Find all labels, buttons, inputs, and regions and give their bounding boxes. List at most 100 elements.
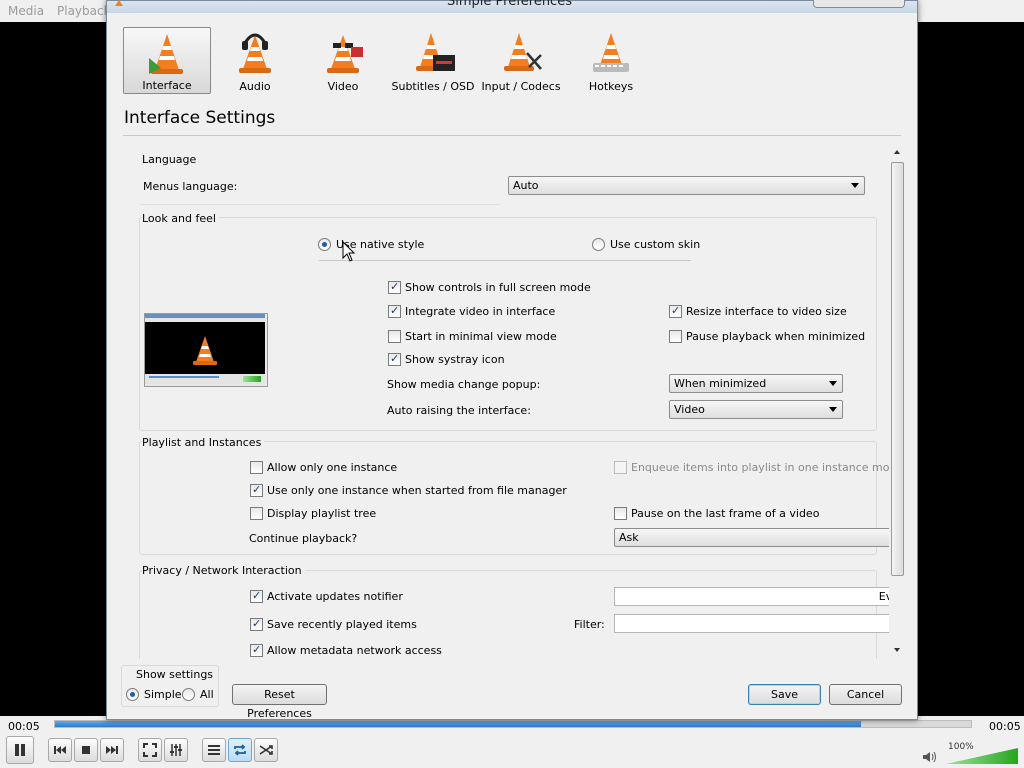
seek-progress-fill xyxy=(55,721,862,727)
one-instance-fm-label[interactable]: Use only one instance when started from … xyxy=(267,484,567,497)
updates-notifier-checkbox[interactable] xyxy=(250,589,263,603)
previous-icon xyxy=(54,746,66,754)
scroll-up-icon[interactable] xyxy=(894,150,900,154)
hotkeys-cone-icon xyxy=(593,33,629,72)
loop-icon xyxy=(234,744,246,756)
style-divider xyxy=(319,260,691,261)
recent-items-checkbox[interactable] xyxy=(250,617,263,631)
category-subtitles-osd[interactable]: Subtitles / OSD xyxy=(387,27,479,94)
menus-language-combo[interactable]: Auto xyxy=(508,176,865,195)
group-title-look: Look and feel xyxy=(142,212,219,225)
dialog-titlebar[interactable]: Simple Preferences xyxy=(107,0,917,13)
updates-notifier-label[interactable]: Activate updates notifier xyxy=(267,590,403,603)
save-button[interactable]: Save xyxy=(748,684,821,705)
playlist-tree-label[interactable]: Display playlist tree xyxy=(267,507,376,520)
systray-checkbox[interactable] xyxy=(388,352,401,366)
window-buttons[interactable] xyxy=(813,0,905,8)
all-radio[interactable] xyxy=(182,688,195,701)
group-title-playlist: Playlist and Instances xyxy=(142,436,265,449)
playlist-button[interactable] xyxy=(202,738,226,762)
subtitles-cone-icon xyxy=(416,33,455,71)
preview-video-area xyxy=(145,322,265,374)
native-style-radio[interactable] xyxy=(318,238,331,251)
enqueue-checkbox[interactable] xyxy=(614,461,627,474)
minimal-view-checkbox[interactable] xyxy=(388,330,401,343)
recent-items-label[interactable]: Save recently played items xyxy=(267,618,417,631)
continue-playback-combo[interactable]: Ask xyxy=(614,528,899,547)
pause-minimized-checkbox[interactable] xyxy=(669,330,682,343)
pause-minimized-label[interactable]: Pause playback when minimized xyxy=(686,330,865,343)
auto-raise-label: Auto raising the interface: xyxy=(387,404,531,417)
menu-playback[interactable]: Playback xyxy=(57,4,111,18)
pause-button[interactable] xyxy=(6,736,34,764)
filter-input[interactable] xyxy=(614,614,899,633)
page-title: Interface Settings xyxy=(124,108,276,128)
stop-button[interactable] xyxy=(74,738,98,762)
one-instance-checkbox[interactable] xyxy=(250,461,263,474)
all-label[interactable]: All xyxy=(200,688,214,701)
category-input-codecs[interactable]: Input / Codecs xyxy=(479,27,563,94)
pause-last-frame-label[interactable]: Pause on the last frame of a video xyxy=(631,507,819,520)
show-controls-fs-label[interactable]: Show controls in full screen mode xyxy=(405,281,591,294)
custom-skin-label[interactable]: Use custom skin xyxy=(610,238,700,251)
integrate-video-label[interactable]: Integrate video in interface xyxy=(405,305,555,318)
volume-slider[interactable] xyxy=(946,748,1018,764)
settings-scrollbar[interactable] xyxy=(889,146,906,658)
minimal-view-label[interactable]: Start in minimal view mode xyxy=(405,330,557,343)
chevron-down-icon xyxy=(829,381,837,386)
custom-skin-radio[interactable] xyxy=(592,238,605,251)
fullscreen-button[interactable] xyxy=(138,738,162,762)
audio-cone-icon xyxy=(239,33,271,73)
language-divider xyxy=(140,204,500,205)
pause-icon xyxy=(15,744,25,756)
category-interface[interactable]: Interface xyxy=(123,27,211,94)
dialog-title: Simple Preferences xyxy=(447,0,572,9)
update-interval-spinbox[interactable]: Every 3 days ▲▼ xyxy=(614,587,899,606)
menus-language-label: Menus language: xyxy=(143,180,238,193)
systray-label[interactable]: Show systray icon xyxy=(405,353,505,366)
show-controls-fs-checkbox[interactable] xyxy=(388,280,401,294)
extended-settings-button[interactable] xyxy=(164,738,188,762)
one-instance-fm-checkbox[interactable] xyxy=(250,483,263,497)
seek-slider[interactable] xyxy=(54,720,972,728)
category-label: Interface xyxy=(142,79,192,92)
simple-label[interactable]: Simple xyxy=(144,688,182,701)
loop-button[interactable] xyxy=(228,738,252,762)
pause-last-frame-checkbox[interactable] xyxy=(614,507,627,520)
video-cone-icon xyxy=(327,35,363,73)
auto-raise-combo[interactable]: Video xyxy=(669,400,843,419)
cancel-button[interactable]: Cancel xyxy=(829,684,902,705)
reset-preferences-button[interactable]: Reset Preferences xyxy=(232,684,327,720)
group-title-language: Language xyxy=(142,153,197,166)
shuffle-icon xyxy=(259,745,273,755)
previous-button[interactable] xyxy=(48,738,72,762)
filter-label: Filter: xyxy=(574,618,605,631)
enqueue-label[interactable]: Enqueue items into playlist in one insta… xyxy=(631,461,899,474)
metadata-access-checkbox[interactable] xyxy=(250,643,263,657)
scroll-down-icon[interactable] xyxy=(894,648,900,652)
resize-interface-checkbox[interactable] xyxy=(669,304,682,318)
interface-cone-icon xyxy=(149,34,183,74)
next-button[interactable] xyxy=(100,738,124,762)
media-popup-combo[interactable]: When minimized xyxy=(669,374,843,393)
category-video[interactable]: Video xyxy=(299,27,387,94)
mouse-cursor-icon xyxy=(342,241,356,262)
native-style-preview xyxy=(144,313,268,387)
scrollbar-thumb[interactable] xyxy=(891,162,904,576)
preview-seek xyxy=(149,376,219,378)
resize-interface-label[interactable]: Resize interface to video size xyxy=(686,305,847,318)
stop-icon xyxy=(82,746,90,754)
category-hotkeys[interactable]: Hotkeys xyxy=(569,27,653,94)
vlc-app-icon xyxy=(115,0,123,6)
metadata-access-label[interactable]: Allow metadata network access xyxy=(267,644,442,657)
playlist-tree-checkbox[interactable] xyxy=(250,507,263,520)
integrate-video-checkbox[interactable] xyxy=(388,304,401,318)
continue-playback-label: Continue playback? xyxy=(249,532,358,545)
one-instance-label[interactable]: Allow only one instance xyxy=(267,461,397,474)
category-audio[interactable]: Audio xyxy=(211,27,299,94)
speaker-icon[interactable] xyxy=(922,750,940,764)
random-button[interactable] xyxy=(254,738,278,762)
menu-media[interactable]: Media xyxy=(8,4,44,18)
chevron-down-icon xyxy=(829,407,837,412)
simple-radio[interactable] xyxy=(126,688,139,701)
